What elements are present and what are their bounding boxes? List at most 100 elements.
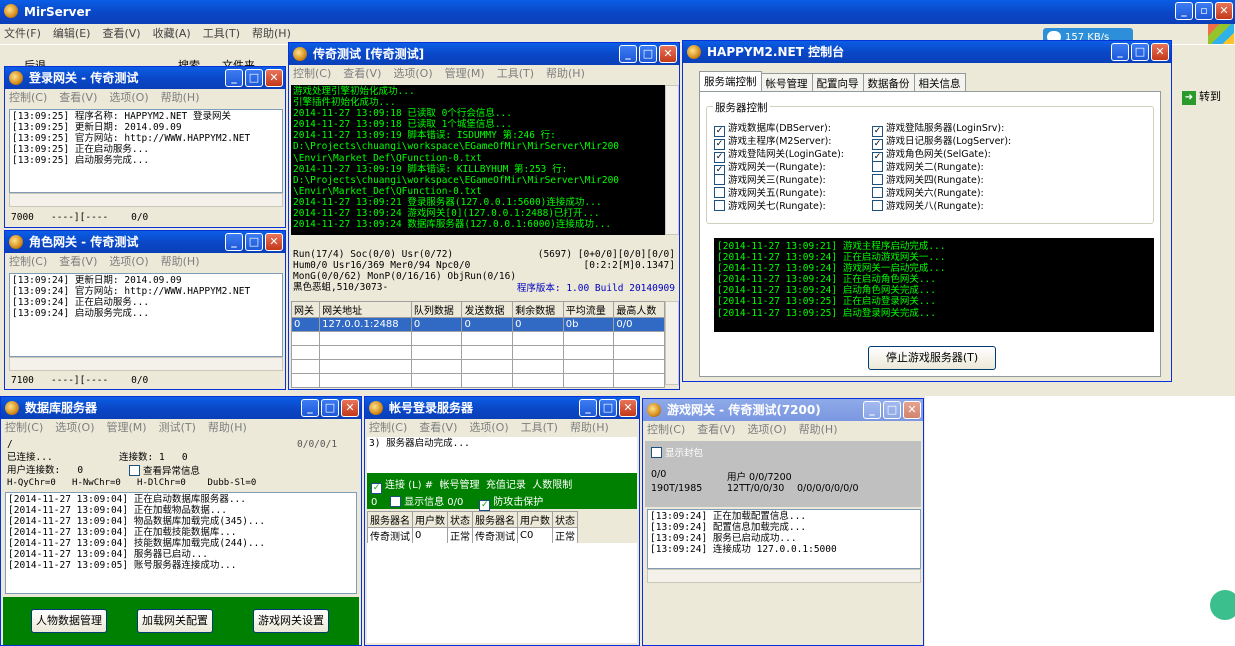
connect-label[interactable]: 连接 (L) (385, 480, 422, 491)
col-status-2[interactable]: 状态 (552, 511, 578, 528)
col-remain[interactable]: 剩余数据 (512, 301, 564, 318)
restore-button[interactable]: ▫ (1195, 2, 1213, 20)
menu-favorites[interactable]: 收藏(A) (153, 27, 191, 40)
menu-control[interactable]: 控制(C) (369, 421, 407, 434)
server-checkbox-item[interactable]: 游戏网关三(Rungate): (714, 172, 826, 186)
db-server-titlebar[interactable]: 数据库服务器 _ □ ✕ (1, 397, 361, 419)
menu-tools[interactable]: 工具(T) (521, 421, 558, 434)
account-server-titlebar[interactable]: 帐号登录服务器 _ □ ✕ (365, 397, 639, 419)
server-checkbox-item[interactable]: 游戏网关二(Rungate): (872, 159, 984, 173)
col-max[interactable]: 最高人数 (613, 301, 665, 318)
menu-test[interactable]: 测试(T) (159, 421, 196, 434)
menu-options[interactable]: 选项(O) (55, 421, 94, 434)
role-gate-titlebar[interactable]: 角色网关 - 传奇测试 _ □ ✕ (5, 231, 285, 253)
menu-options[interactable]: 选项(O) (747, 423, 786, 436)
close-button[interactable]: ✕ (341, 399, 359, 417)
col-server-name[interactable]: 服务器名 (367, 511, 413, 528)
menu-tools[interactable]: 工具(T) (203, 27, 240, 40)
menu-help[interactable]: 帮助(H) (570, 421, 609, 434)
horizontal-scrollbar[interactable] (9, 357, 283, 371)
col-sent[interactable]: 发送数据 (461, 301, 514, 318)
menu-control[interactable]: 控制(C) (647, 423, 685, 436)
server-checkbox-item[interactable]: 游戏网关五(Rungate): (714, 185, 826, 199)
menu-help[interactable]: 帮助(H) (546, 67, 585, 80)
close-button[interactable]: ✕ (659, 45, 677, 63)
server-checkbox-item[interactable]: 游戏网关八(Rungate): (872, 198, 984, 212)
db-abnormal-check[interactable]: 查看异常信息 (129, 465, 200, 477)
load-gate-config-button[interactable]: 加载网关配置 (137, 609, 213, 633)
limit-link[interactable]: 人数限制 (532, 480, 572, 491)
menu-view[interactable]: 查看(V) (102, 27, 140, 40)
stop-server-button[interactable]: 停止游戏服务器(T) (868, 346, 996, 370)
maximize-button[interactable]: □ (245, 69, 263, 87)
maximize-button[interactable]: □ (245, 233, 263, 251)
checkbox[interactable] (714, 187, 725, 198)
vertical-scrollbar[interactable] (665, 85, 679, 235)
col-queue[interactable]: 队列数据 (410, 301, 463, 318)
server-checkbox-item[interactable]: 游戏网关四(Rungate): (872, 172, 984, 186)
menu-control[interactable]: 控制(C) (9, 91, 47, 104)
menu-manage[interactable]: 管理(M) (445, 67, 485, 80)
menu-options[interactable]: 选项(O) (469, 421, 508, 434)
minimize-button[interactable]: _ (1175, 2, 1193, 20)
minimize-button[interactable]: _ (301, 399, 319, 417)
col-users[interactable]: 用户数 (412, 511, 448, 528)
m2-titlebar[interactable]: 传奇测试 [传奇测试] _ □ ✕ (289, 43, 679, 65)
minimize-button[interactable]: _ (619, 45, 637, 63)
col-gate[interactable]: 网关 (290, 301, 321, 318)
tab-server-control[interactable]: 服务端控制 (699, 71, 762, 93)
horizontal-scrollbar[interactable] (9, 193, 283, 207)
close-button[interactable]: ✕ (1215, 2, 1233, 20)
menu-tools[interactable]: 工具(T) (497, 67, 534, 80)
recharge-link[interactable]: 充值记录 (486, 480, 526, 491)
menu-view[interactable]: 查看(V) (697, 423, 735, 436)
menu-help[interactable]: 帮助(H) (799, 423, 838, 436)
address-go[interactable]: ➜ 转到 (1182, 88, 1221, 105)
checkbox[interactable] (872, 174, 883, 185)
tab-config[interactable]: 配置向导 (811, 73, 864, 93)
menu-control[interactable]: 控制(C) (293, 67, 331, 80)
col-address[interactable]: 网关地址 (319, 301, 412, 318)
minimize-button[interactable]: _ (863, 401, 881, 419)
menu-control[interactable]: 控制(C) (9, 255, 47, 268)
menu-view[interactable]: 查看(V) (59, 91, 97, 104)
close-button[interactable]: ✕ (265, 69, 283, 87)
minimize-button[interactable]: _ (1111, 43, 1129, 61)
control-console-titlebar[interactable]: HAPPYM2.NET 控制台 _ □ ✕ (683, 41, 1171, 63)
minimize-button[interactable]: _ (225, 233, 243, 251)
menu-options[interactable]: 选项(O) (393, 67, 432, 80)
checkbox[interactable] (872, 161, 883, 172)
game-gate-settings-button[interactable]: 游戏网关设置 (253, 609, 329, 633)
close-button[interactable]: ✕ (1151, 43, 1169, 61)
login-gate-titlebar[interactable]: 登录网关 - 传奇测试 _ □ ✕ (5, 67, 285, 89)
horizontal-scrollbar[interactable] (647, 569, 921, 583)
account-manage-link[interactable]: 帐号管理 (440, 480, 480, 491)
show-info-checkbox[interactable] (390, 496, 402, 507)
server-checkbox-item[interactable]: 游戏网关六(Rungate): (872, 185, 984, 199)
menu-view[interactable]: 查看(V) (419, 421, 457, 434)
close-button[interactable]: ✕ (265, 233, 283, 251)
server-checkbox-item[interactable]: 游戏网关七(Rungate): (714, 198, 826, 212)
checkbox[interactable] (129, 465, 140, 476)
table-row[interactable]: 0 127.0.0.1:2488 0 0 0 0b 0/0 (290, 317, 665, 332)
game-gate-titlebar[interactable]: 游戏网关 - 传奇测试(7200) _ □ ✕ (643, 399, 923, 421)
col-server-name-2[interactable]: 服务器名 (472, 511, 518, 528)
tab-info[interactable]: 相关信息 (913, 73, 966, 93)
maximize-button[interactable]: □ (321, 399, 339, 417)
maximize-button[interactable]: □ (599, 399, 617, 417)
checkbox[interactable] (872, 187, 883, 198)
checkbox[interactable] (714, 174, 725, 185)
menu-file[interactable]: 文件(F) (4, 27, 41, 40)
anti-attack-checkbox[interactable]: ✓ (479, 500, 491, 511)
character-data-button[interactable]: 人物数据管理 (31, 609, 107, 633)
maximize-button[interactable]: □ (1131, 43, 1149, 61)
menu-view[interactable]: 查看(V) (343, 67, 381, 80)
col-avg[interactable]: 平均流量 (562, 301, 615, 318)
table-row[interactable]: 传奇测试 0 正常 传奇测试 C0 正常 (367, 527, 578, 544)
show-packet-checkbox[interactable] (651, 447, 662, 458)
menu-edit[interactable]: 编辑(E) (53, 27, 91, 40)
checkbox[interactable] (872, 200, 883, 211)
menu-help[interactable]: 帮助(H) (208, 421, 247, 434)
tab-backup[interactable]: 数据备份 (862, 73, 915, 93)
menu-control[interactable]: 控制(C) (5, 421, 43, 434)
